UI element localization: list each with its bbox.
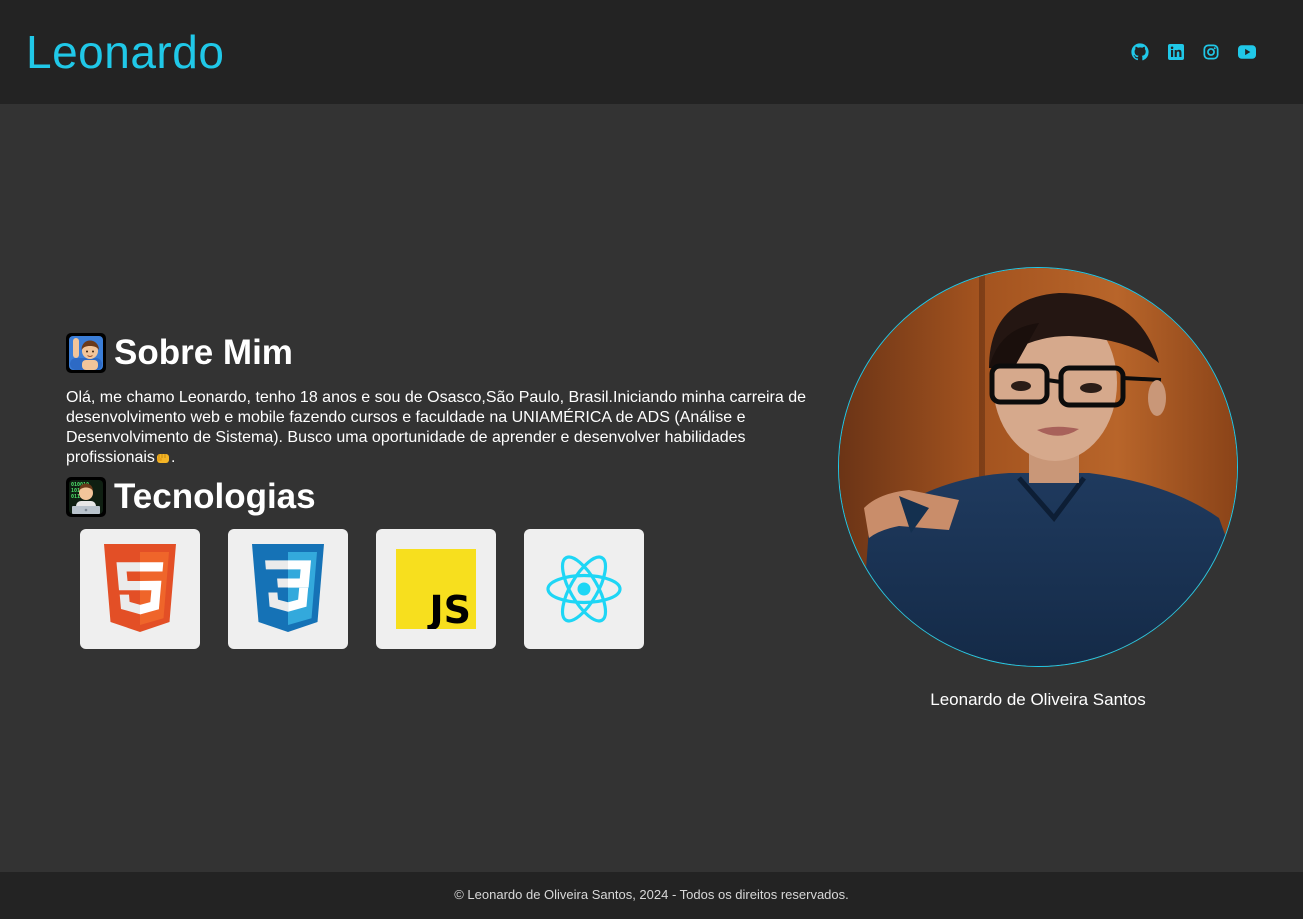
tech-card-html5[interactable] [80, 529, 200, 649]
copyright-text: © Leonardo de Oliveira Santos, 2024 - To… [454, 887, 849, 902]
css3-icon [252, 544, 324, 632]
about-section: Sobre Mim Olá, me chamo Leonardo, tenho … [66, 330, 836, 520]
javascript-icon: JS [396, 549, 476, 629]
youtube-icon [1237, 45, 1256, 59]
tech-card-css3[interactable] [228, 529, 348, 649]
youtube-link[interactable] [1235, 40, 1259, 64]
person-raising-hand-icon [66, 333, 106, 373]
tech-list: JS [80, 529, 644, 649]
linkedin-icon [1167, 44, 1184, 60]
instagram-link[interactable] [1199, 40, 1223, 64]
fist-icon [156, 454, 169, 463]
svg-text:JS: JS [426, 588, 471, 629]
about-text-end: . [170, 449, 176, 466]
site-header: Leonardo [0, 0, 1303, 104]
site-footer: © Leonardo de Oliveira Santos, 2024 - To… [0, 872, 1303, 919]
tech-title: 010010 101101 011010 Tecnologias [66, 474, 836, 520]
linkedin-link[interactable] [1164, 40, 1188, 64]
github-icon [1131, 43, 1149, 61]
site-logo[interactable]: Leonardo [26, 24, 224, 80]
github-link[interactable] [1128, 40, 1152, 64]
profile-portrait-image [839, 268, 1237, 666]
tech-card-javascript[interactable]: JS [376, 529, 496, 649]
profile-caption: Leonardo de Oliveira Santos [930, 690, 1146, 709]
about-description: Olá, me chamo Leonardo, tenho 18 anos e … [66, 388, 836, 468]
technologist-icon: 010010 101101 011010 [66, 477, 106, 517]
social-links [1128, 40, 1270, 64]
tech-title-text: Tecnologias [114, 477, 316, 516]
react-icon [546, 555, 622, 623]
html5-icon [104, 544, 176, 632]
about-title: Sobre Mim [66, 330, 836, 376]
profile-photo [838, 267, 1238, 667]
tech-card-react[interactable] [524, 529, 644, 649]
about-text-main: Olá, me chamo Leonardo, tenho 18 anos e … [66, 389, 806, 466]
about-title-text: Sobre Mim [114, 333, 293, 372]
instagram-icon [1203, 44, 1219, 60]
